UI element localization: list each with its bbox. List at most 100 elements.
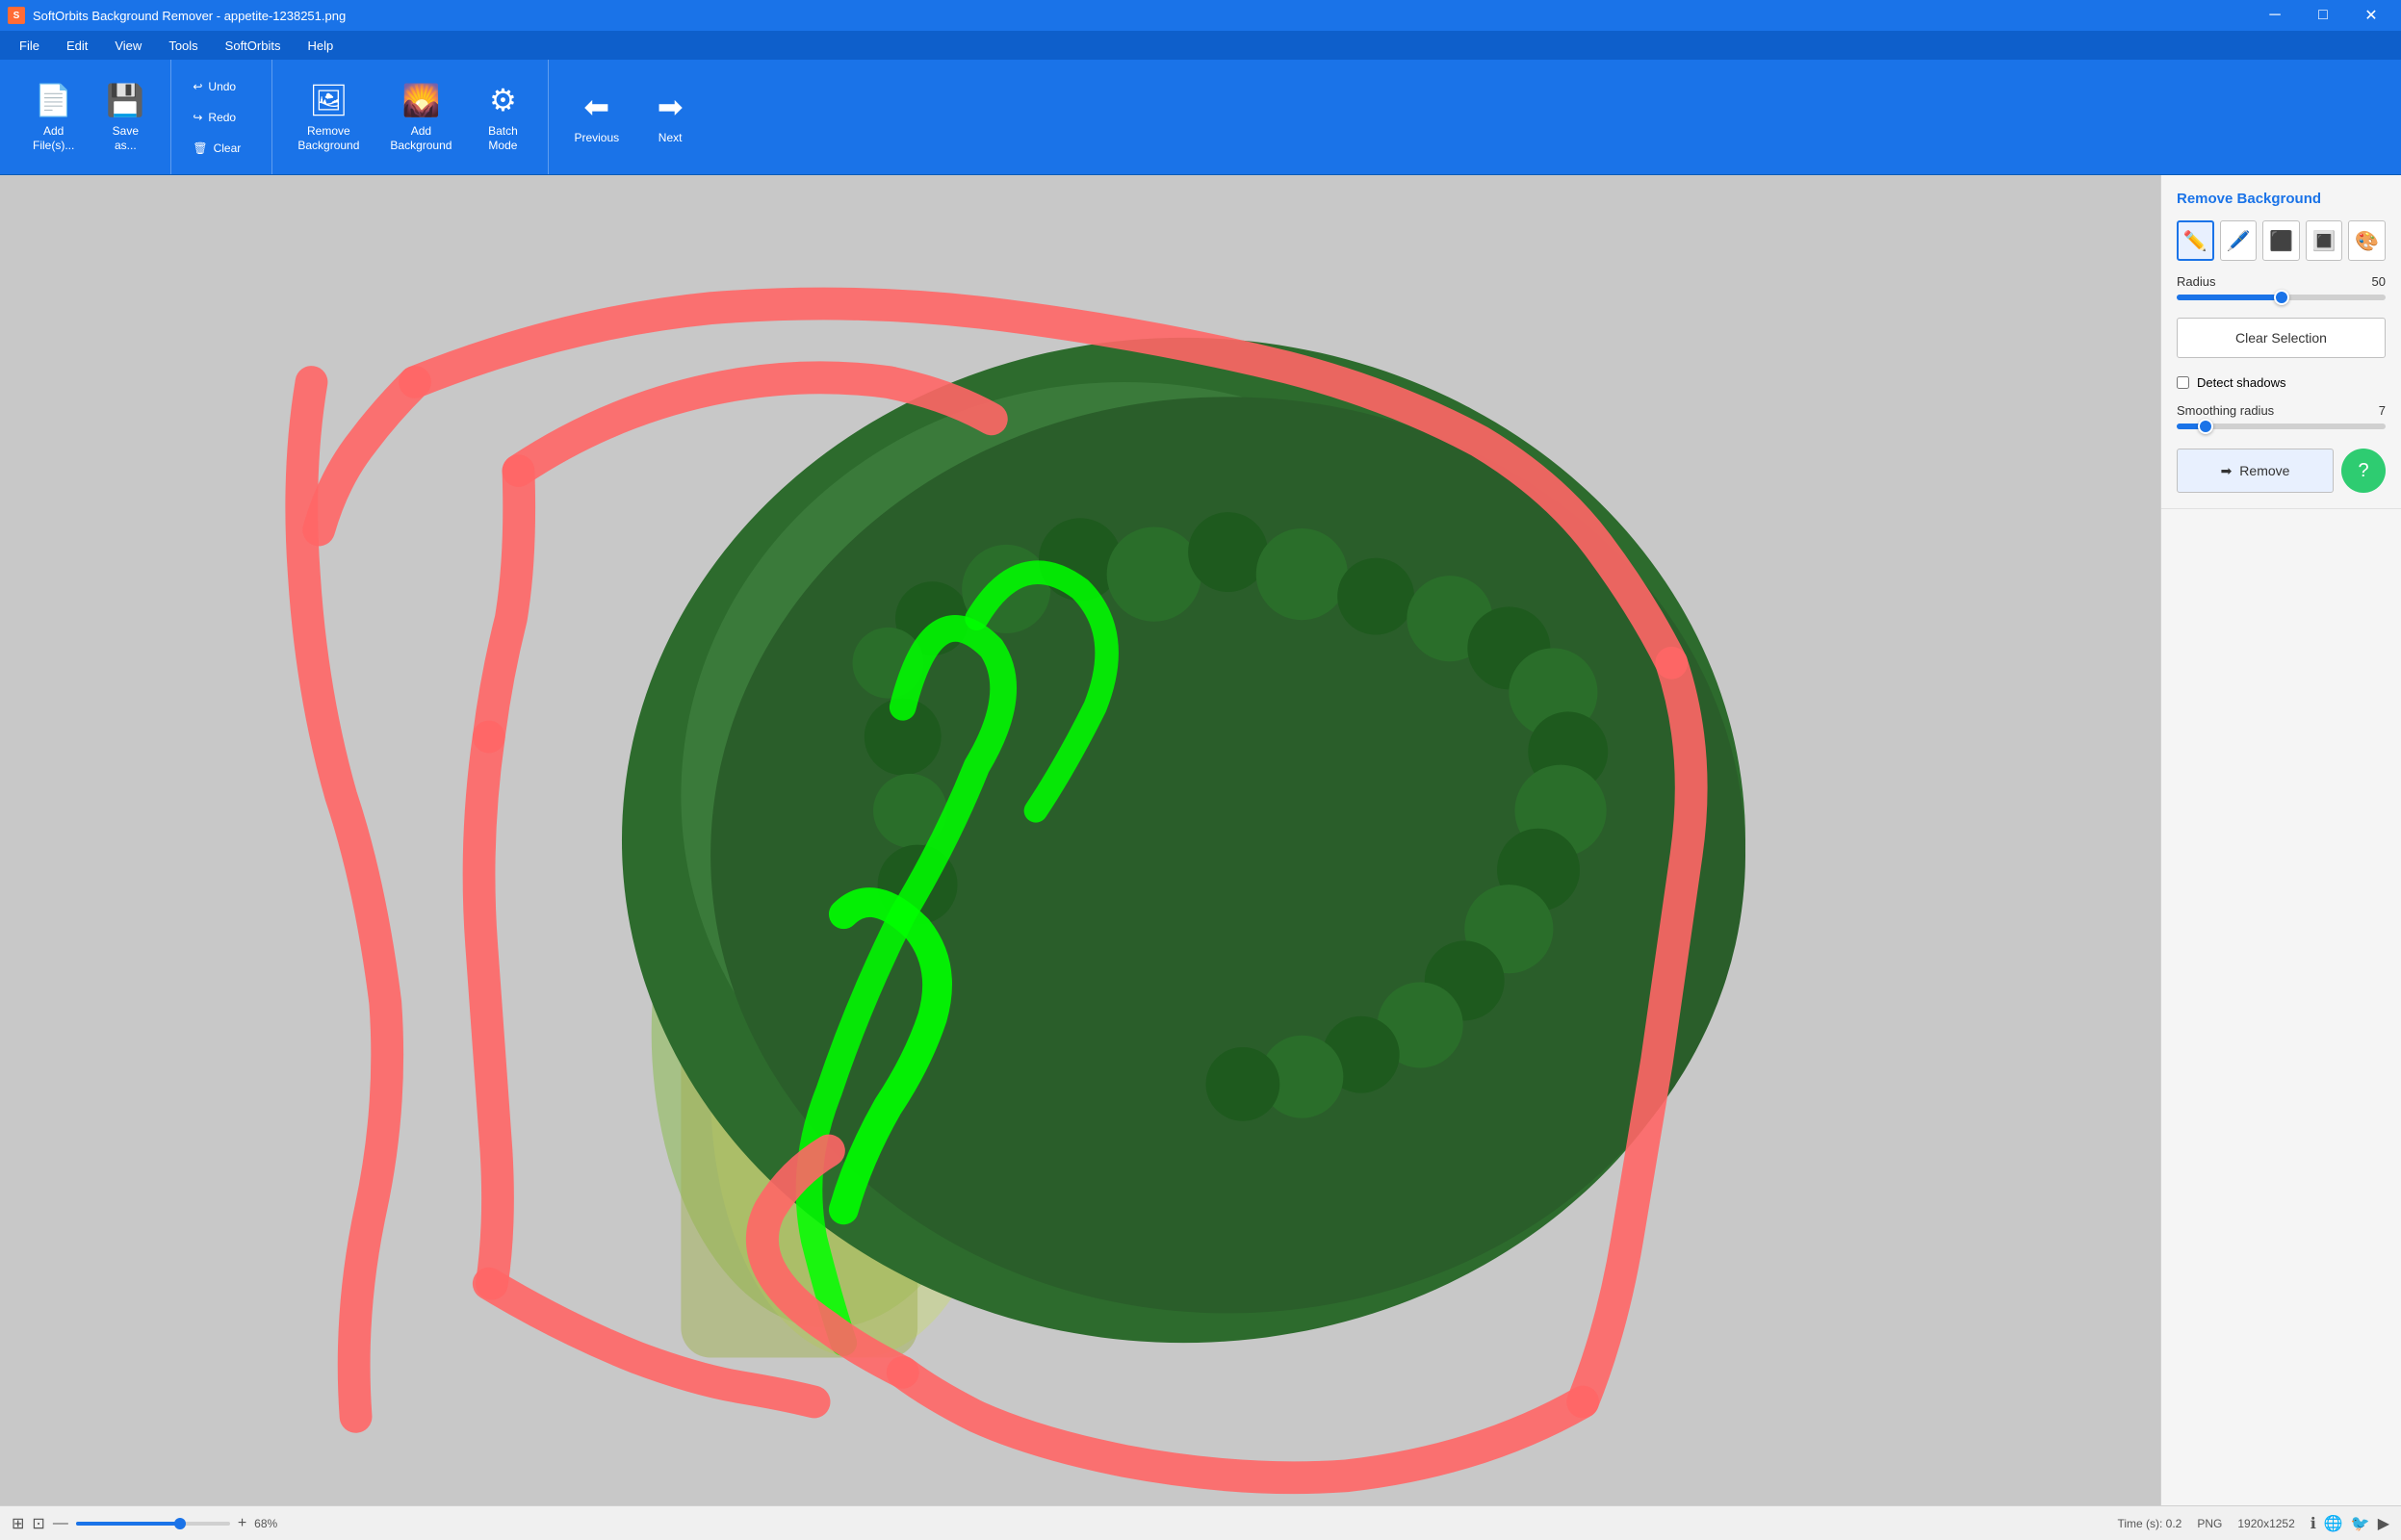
- help-button[interactable]: ?: [2341, 449, 2386, 493]
- smoothing-slider-track[interactable]: [2177, 424, 2386, 429]
- smoothing-slider-thumb[interactable]: [2198, 419, 2213, 434]
- radius-slider-track[interactable]: [2177, 295, 2386, 300]
- minimize-button[interactable]: ─: [2253, 0, 2297, 31]
- zoom-slider-fill: [76, 1522, 181, 1526]
- canvas-svg: [0, 175, 2160, 1505]
- eraser-button[interactable]: ⬛: [2262, 220, 2300, 261]
- info-icon[interactable]: ℹ: [2311, 1514, 2316, 1533]
- menu-tools[interactable]: Tools: [157, 35, 209, 57]
- smoothing-row: Smoothing radius 7: [2177, 403, 2386, 418]
- smart-eraser-button[interactable]: 🔳: [2306, 220, 2343, 261]
- redo-label: Redo: [208, 111, 236, 124]
- format-label: PNG: [2197, 1517, 2222, 1530]
- titlebar: S SoftOrbits Background Remover - appeti…: [0, 0, 2401, 31]
- zoom-slider-track[interactable]: [76, 1522, 230, 1526]
- close-button[interactable]: ✕: [2349, 0, 2393, 31]
- time-label: Time (s): 0.2: [2117, 1517, 2182, 1530]
- menubar: File Edit View Tools SoftOrbits Help: [0, 31, 2401, 60]
- menu-edit[interactable]: Edit: [55, 35, 99, 57]
- remove-label: Remove: [2239, 463, 2289, 478]
- save-as-label: Saveas...: [113, 124, 139, 152]
- previous-icon: ⬅: [583, 89, 609, 125]
- radius-slider-thumb[interactable]: [2274, 290, 2289, 305]
- previous-label: Previous: [574, 131, 619, 144]
- add-files-button[interactable]: 📄 AddFile(s)...: [19, 74, 88, 161]
- zoom-minus-button[interactable]: —: [53, 1515, 68, 1532]
- add-background-button[interactable]: 🌄 AddBackground: [376, 74, 465, 161]
- save-as-button[interactable]: 💾 Saveas...: [91, 74, 159, 161]
- batch-mode-button[interactable]: ⚙ BatchMode: [469, 74, 536, 161]
- smoothing-label: Smoothing radius: [2177, 403, 2274, 418]
- toolbar: 📄 AddFile(s)... 💾 Saveas... ↩ Undo ↪ Red…: [0, 60, 2401, 175]
- radius-label: Radius: [2177, 274, 2215, 289]
- detect-shadows-row: Detect shadows: [2177, 375, 2386, 390]
- magic-icon: 🎨: [2355, 229, 2379, 253]
- canvas-area[interactable]: [0, 175, 2160, 1505]
- next-label: Next: [658, 131, 683, 144]
- menu-softorbits[interactable]: SoftOrbits: [214, 35, 293, 57]
- titlebar-left: S SoftOrbits Background Remover - appeti…: [8, 7, 346, 24]
- menu-file[interactable]: File: [8, 35, 51, 57]
- batch-mode-label: BatchMode: [488, 124, 518, 152]
- right-panel: Remove Background ✏️ 🖊️ ⬛ 🔳 🎨: [2160, 175, 2401, 1505]
- smart-eraser-icon: 🔳: [2312, 229, 2336, 253]
- history-group: ↩ Undo ↪ Redo 🗑 Clear: [171, 60, 272, 174]
- zoom-fit-button[interactable]: ⊞: [12, 1514, 24, 1533]
- maximize-button[interactable]: □: [2301, 0, 2345, 31]
- nav-group: ⬅ Previous ➡ Next: [549, 60, 715, 174]
- tool-icons-row: ✏️ 🖊️ ⬛ 🔳 🎨: [2177, 220, 2386, 261]
- main-tools-group: 🖼 RemoveBackground 🌄 AddBackground ⚙ Bat…: [272, 60, 549, 174]
- batch-mode-icon: ⚙: [489, 82, 517, 118]
- zoom-slider-thumb[interactable]: [174, 1518, 186, 1529]
- remove-button[interactable]: ➡ Remove: [2177, 449, 2334, 493]
- clear-icon: 🗑: [193, 141, 207, 155]
- next-button[interactable]: ➡ Next: [636, 74, 704, 161]
- social-icons: ℹ 🌐 🐦 ▶: [2311, 1514, 2389, 1533]
- add-background-icon: 🌄: [401, 82, 440, 118]
- remove-background-icon: 🖼: [309, 82, 349, 118]
- add-files-icon: 📄: [35, 82, 73, 118]
- statusbar-left: ⊞ ⊡ — + 68%: [12, 1514, 277, 1533]
- panel-title: Remove Background: [2177, 191, 2386, 207]
- undo-label: Undo: [208, 80, 236, 93]
- menu-view[interactable]: View: [103, 35, 153, 57]
- panel-remove-bg: Remove Background ✏️ 🖊️ ⬛ 🔳 🎨: [2161, 175, 2401, 509]
- detect-shadows-checkbox[interactable]: [2177, 376, 2189, 389]
- clear-label: Clear: [214, 141, 242, 155]
- website-icon[interactable]: 🌐: [2324, 1514, 2343, 1533]
- undo-button[interactable]: ↩ Undo: [183, 74, 260, 99]
- radius-value: 50: [2372, 274, 2386, 289]
- magic-button[interactable]: 🎨: [2348, 220, 2386, 261]
- file-group: 📄 AddFile(s)... 💾 Saveas...: [8, 60, 171, 174]
- window-title: SoftOrbits Background Remover - appetite…: [33, 9, 346, 23]
- statusbar: ⊞ ⊡ — + 68% Time (s): 0.2 PNG 1920x1252 …: [0, 1505, 2401, 1540]
- previous-button[interactable]: ⬅ Previous: [560, 74, 633, 161]
- zoom-controls: ⊞ ⊡ — + 68%: [12, 1514, 277, 1533]
- clear-button[interactable]: 🗑 Clear: [183, 136, 260, 161]
- radius-slider-fill: [2177, 295, 2282, 300]
- remove-brush-button[interactable]: 🖊️: [2220, 220, 2258, 261]
- remove-btn-row: ➡ Remove ?: [2177, 449, 2386, 493]
- dimensions-label: 1920x1252: [2237, 1517, 2294, 1530]
- smoothing-value: 7: [2379, 403, 2386, 418]
- radius-row: Radius 50: [2177, 274, 2386, 289]
- twitter-icon[interactable]: 🐦: [2351, 1514, 2370, 1533]
- zoom-plus-button[interactable]: +: [238, 1515, 246, 1532]
- remove-background-button[interactable]: 🖼 RemoveBackground: [284, 74, 373, 161]
- remove-background-label: RemoveBackground: [297, 124, 359, 152]
- youtube-icon[interactable]: ▶: [2378, 1514, 2389, 1533]
- eraser-icon: ⬛: [2269, 229, 2293, 253]
- menu-help[interactable]: Help: [296, 35, 345, 57]
- help-icon: ?: [2358, 460, 2368, 482]
- keep-brush-icon: ✏️: [2183, 229, 2207, 253]
- add-files-label: AddFile(s)...: [33, 124, 74, 152]
- add-background-label: AddBackground: [390, 124, 452, 152]
- save-as-icon: 💾: [106, 82, 144, 118]
- keep-brush-button[interactable]: ✏️: [2177, 220, 2214, 261]
- zoom-actual-button[interactable]: ⊡: [32, 1514, 44, 1533]
- titlebar-controls[interactable]: ─ □ ✕: [2253, 0, 2393, 31]
- redo-button[interactable]: ↪ Redo: [183, 105, 260, 130]
- detect-shadows-label[interactable]: Detect shadows: [2197, 375, 2286, 390]
- app-icon: S: [8, 7, 25, 24]
- clear-selection-button[interactable]: Clear Selection: [2177, 318, 2386, 358]
